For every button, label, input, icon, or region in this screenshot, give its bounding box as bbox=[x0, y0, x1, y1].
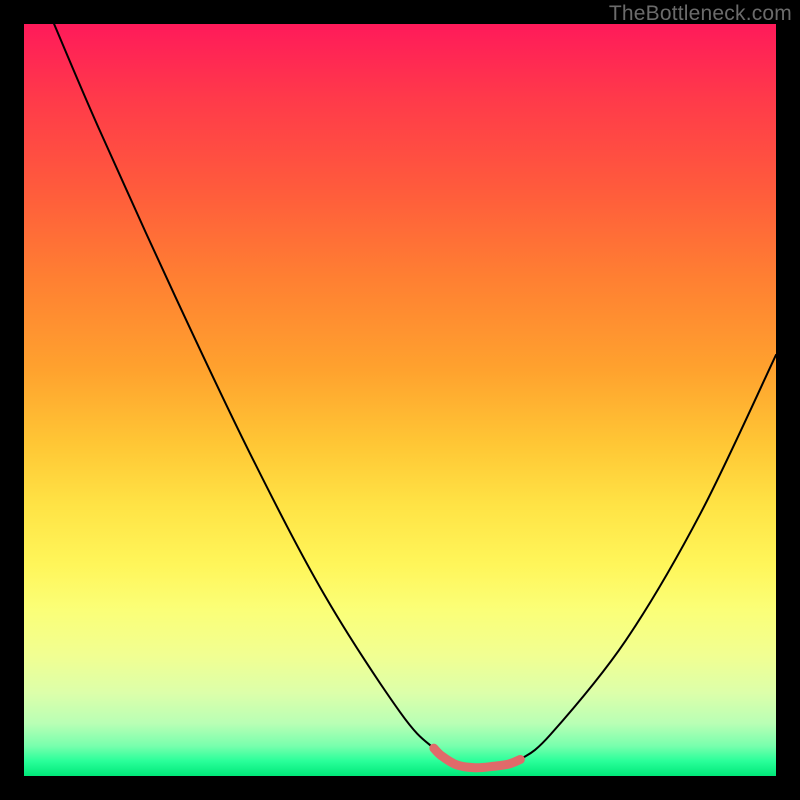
plot-area bbox=[24, 24, 776, 776]
watermark-text: TheBottleneck.com bbox=[609, 2, 792, 26]
chart-frame: TheBottleneck.com bbox=[0, 0, 800, 800]
chart-svg bbox=[24, 24, 776, 776]
valley-highlight-path bbox=[434, 748, 520, 768]
main-curve-path bbox=[54, 24, 776, 768]
